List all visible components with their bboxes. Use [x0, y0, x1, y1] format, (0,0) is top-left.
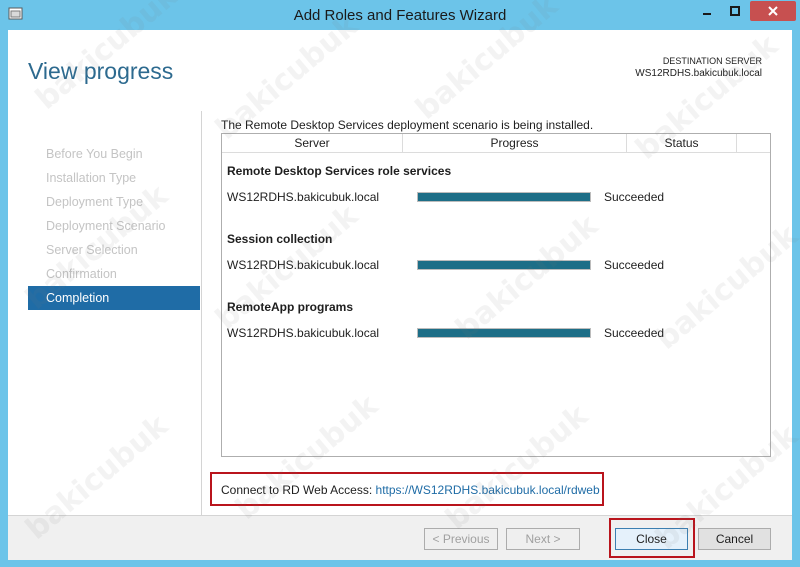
- nav-item-completion[interactable]: Completion: [28, 286, 200, 310]
- minimize-icon: [703, 13, 711, 15]
- grid-header: Server Progress Status: [222, 134, 770, 153]
- close-button[interactable]: Close: [615, 528, 688, 550]
- row-server: WS12RDHS.bakicubuk.local: [227, 190, 380, 204]
- group-title-remoteapp-programs: RemoteApp programs: [227, 300, 354, 314]
- progress-bar: [417, 192, 591, 202]
- rdweb-access: Connect to RD Web Access: https://WS12RD…: [221, 483, 600, 497]
- progress-bar: [417, 328, 591, 338]
- wizard-nav: Before You Begin Installation Type Deplo…: [28, 111, 200, 515]
- column-header-progress[interactable]: Progress: [403, 134, 627, 153]
- close-icon: [768, 6, 778, 16]
- nav-item-server-selection[interactable]: Server Selection: [28, 238, 200, 262]
- main-panel: The Remote Desktop Services deployment s…: [221, 111, 781, 515]
- group-title-session-collection: Session collection: [227, 232, 333, 246]
- nav-divider: [201, 111, 202, 515]
- nav-item-before-you-begin[interactable]: Before You Begin: [28, 142, 200, 166]
- title-bar[interactable]: Add Roles and Features Wizard: [0, 0, 800, 30]
- cancel-button[interactable]: Cancel: [698, 528, 771, 550]
- progress-bar-fill: [418, 193, 590, 201]
- column-header-server[interactable]: Server: [222, 134, 403, 153]
- nav-item-confirmation[interactable]: Confirmation: [28, 262, 200, 286]
- row-server: WS12RDHS.bakicubuk.local: [227, 326, 380, 340]
- wizard-window: Add Roles and Features Wizard View progr…: [0, 0, 800, 567]
- nav-item-deployment-type[interactable]: Deployment Type: [28, 190, 200, 214]
- progress-bar-fill: [418, 329, 590, 337]
- rdweb-link[interactable]: https://WS12RDHS.bakicubuk.local/rdweb: [376, 483, 600, 497]
- column-header-status[interactable]: Status: [627, 134, 737, 153]
- status-message: The Remote Desktop Services deployment s…: [221, 118, 594, 132]
- row-status: Succeeded: [604, 258, 665, 272]
- row-status: Succeeded: [604, 190, 665, 204]
- nav-item-installation-type[interactable]: Installation Type: [28, 166, 200, 190]
- next-button[interactable]: Next >: [506, 528, 580, 550]
- wizard-content: Before You Begin Installation Type Deplo…: [8, 111, 792, 515]
- previous-button[interactable]: < Previous: [424, 528, 498, 550]
- nav-item-deployment-scenario[interactable]: Deployment Scenario: [28, 214, 200, 238]
- progress-grid[interactable]: Server Progress Status Remote Desktop Se…: [221, 133, 771, 457]
- progress-bar-fill: [418, 261, 590, 269]
- wizard-header: View progress DESTINATION SERVER WS12RDH…: [8, 30, 792, 111]
- window-close-button[interactable]: [750, 1, 796, 21]
- row-server: WS12RDHS.bakicubuk.local: [227, 258, 380, 272]
- footer-divider: [8, 515, 792, 516]
- minimize-button[interactable]: [694, 1, 720, 21]
- progress-bar: [417, 260, 591, 270]
- destination-server-name: WS12RDHS.bakicubuk.local: [635, 68, 762, 79]
- group-title-role-services: Remote Desktop Services role services: [227, 164, 452, 178]
- rdweb-label: Connect to RD Web Access:: [221, 483, 373, 497]
- maximize-icon: [730, 6, 740, 16]
- destination-server-label: DESTINATION SERVER: [662, 56, 762, 66]
- page-title: View progress: [28, 58, 174, 84]
- maximize-button[interactable]: [722, 1, 748, 21]
- column-header-spacer: [737, 134, 770, 153]
- row-status: Succeeded: [604, 326, 665, 340]
- window-title: Add Roles and Features Wizard: [293, 7, 507, 24]
